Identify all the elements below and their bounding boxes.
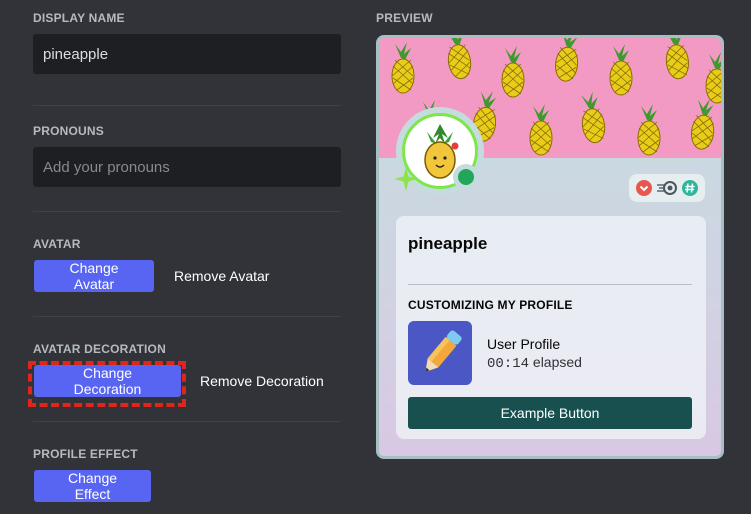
- profile-preview-card: pineapple CUSTOMIZING MY PROFILE User Pr…: [376, 35, 724, 459]
- divider: [33, 105, 341, 106]
- divider: [33, 211, 341, 212]
- change-decoration-button[interactable]: Change Decoration: [34, 365, 181, 397]
- divider: [408, 284, 692, 285]
- activity-elapsed: 00:14 elapsed: [487, 354, 582, 372]
- preview-username: pineapple: [408, 234, 488, 253]
- display-name-input[interactable]: [33, 34, 341, 74]
- elapsed-timer: 00:14: [487, 356, 530, 372]
- pronouns-input[interactable]: [33, 147, 341, 187]
- online-status-dot: [458, 169, 474, 185]
- divider: [33, 421, 341, 422]
- example-button[interactable]: Example Button: [408, 397, 692, 429]
- sparkle-icon: [394, 167, 418, 191]
- profile-info-panel: pineapple CUSTOMIZING MY PROFILE User Pr…: [396, 216, 706, 439]
- badge-list: [629, 174, 705, 202]
- avatar-label: AVATAR: [33, 237, 81, 251]
- profile-effect-label: PROFILE EFFECT: [33, 447, 138, 461]
- divider: [33, 316, 341, 317]
- activity-title: User Profile: [487, 336, 561, 352]
- activity-section-title: CUSTOMIZING MY PROFILE: [408, 298, 573, 312]
- status-indicator: [453, 164, 479, 190]
- preview-label: PREVIEW: [376, 11, 433, 25]
- display-name-label: DISPLAY NAME: [33, 11, 125, 25]
- remove-avatar-button[interactable]: Remove Avatar: [170, 260, 273, 292]
- pronouns-label: PRONOUNS: [33, 124, 104, 138]
- hashtag-badge-icon[interactable]: [681, 179, 699, 197]
- remove-decoration-button[interactable]: Remove Decoration: [196, 365, 328, 397]
- change-effect-button[interactable]: Change Effect: [34, 470, 151, 502]
- pencil-icon: [408, 321, 472, 385]
- speed-badge-icon[interactable]: [656, 179, 678, 197]
- heart-badge-icon[interactable]: [635, 179, 653, 197]
- avatar-decoration-label: AVATAR DECORATION: [33, 342, 166, 356]
- change-avatar-button[interactable]: Change Avatar: [34, 260, 154, 292]
- elapsed-suffix: elapsed: [529, 354, 582, 370]
